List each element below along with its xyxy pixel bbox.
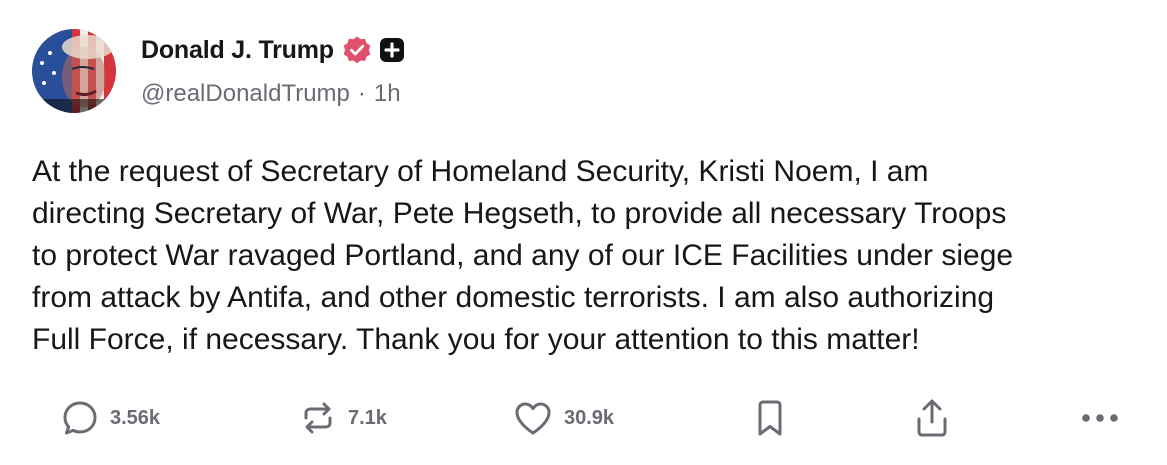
avatar[interactable] xyxy=(32,29,116,113)
author-meta: @realDonaldTrump · 1h xyxy=(141,80,401,108)
repost-count: 7.1k xyxy=(348,406,387,429)
share-button[interactable] xyxy=(912,393,952,443)
meta-separator: · xyxy=(357,80,366,107)
repost-icon xyxy=(304,402,332,434)
verified-badge-icon xyxy=(343,36,371,64)
more-dots-icon xyxy=(1082,414,1118,422)
handle[interactable]: @realDonaldTrump xyxy=(141,80,350,108)
like-button[interactable]: 30.9k xyxy=(512,393,614,443)
bookmark-button[interactable] xyxy=(754,393,786,443)
reply-count: 3.56k xyxy=(110,406,161,429)
bookmark-icon xyxy=(758,400,782,436)
heart-icon xyxy=(515,402,551,435)
timestamp[interactable]: 1h xyxy=(374,80,401,108)
more-options-button[interactable] xyxy=(1078,393,1122,443)
like-count: 30.9k xyxy=(564,406,615,429)
display-name[interactable]: Donald J. Trump xyxy=(141,36,334,65)
avatar-image xyxy=(32,29,116,113)
reply-button[interactable]: 3.56k xyxy=(60,393,160,443)
repost-button[interactable]: 7.1k xyxy=(298,393,387,443)
post-card: Donald J. Trump @realDonaldTrump · 1h At… xyxy=(0,0,1167,465)
post-body: At the request of Secretary of Homeland … xyxy=(32,155,1014,356)
share-icon xyxy=(917,399,947,437)
action-bar: 3.56k 7.1k 30.9k xyxy=(0,393,1167,443)
author-name-row: Donald J. Trump xyxy=(141,30,405,70)
reply-icon xyxy=(63,401,97,435)
plus-badge-icon xyxy=(379,38,404,62)
